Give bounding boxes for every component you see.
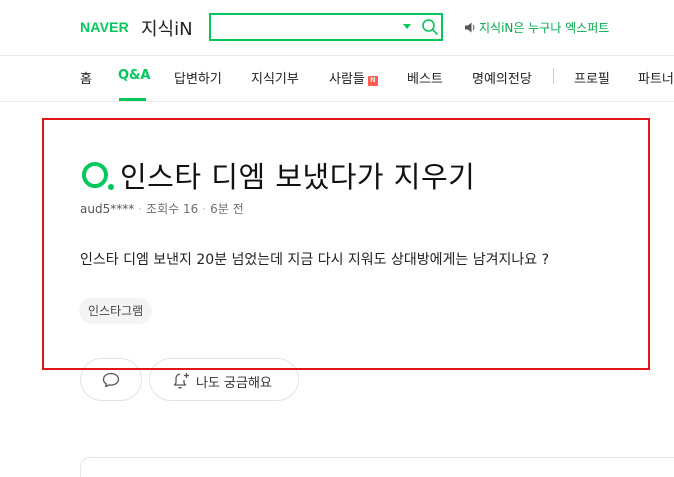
tab-qna[interactable]: Q&A [118,68,150,83]
expert-promo-text: 지식iN은 누구나 엑스퍼트 [479,21,610,35]
search-box [209,13,443,41]
tab-partner[interactable]: 파트너 [638,68,674,87]
jisikin-logo[interactable]: 지식iN [141,15,193,41]
new-badge: N [367,76,378,86]
nav-separator [553,68,554,84]
me-too-curious-label: 나도 궁금해요 [196,376,272,391]
nav-divider [0,101,674,102]
chevron-down-icon[interactable] [403,24,411,29]
tab-hall-of-fame[interactable]: 명예의전당 [472,68,532,87]
search-icon[interactable] [421,18,439,36]
tab-donate[interactable]: 지식기부 [251,68,299,87]
naver-logo[interactable]: NAVER [80,19,129,35]
main-nav: 홈 Q&A 답변하기 지식기부 사람들 N 베스트 명예의전당 프로필 파트너 [0,56,674,101]
highlight-box [42,118,650,370]
bell-plus-icon [173,373,189,389]
tab-profile[interactable]: 프로필 [574,68,610,87]
header: NAVER 지식iN 지식iN은 누구나 엑스퍼트 [0,0,674,56]
tab-people[interactable]: 사람들 N [329,68,378,87]
speaker-icon [465,22,475,33]
tab-answer[interactable]: 답변하기 [174,68,222,87]
search-input[interactable] [215,18,399,38]
answer-card-edge [80,457,674,477]
tab-best[interactable]: 베스트 [407,68,443,87]
comment-icon [102,372,120,388]
expert-promo-link[interactable]: 지식iN은 누구나 엑스퍼트 [465,19,609,36]
tab-people-label: 사람들 [329,72,365,87]
tab-home[interactable]: 홈 [80,68,92,87]
